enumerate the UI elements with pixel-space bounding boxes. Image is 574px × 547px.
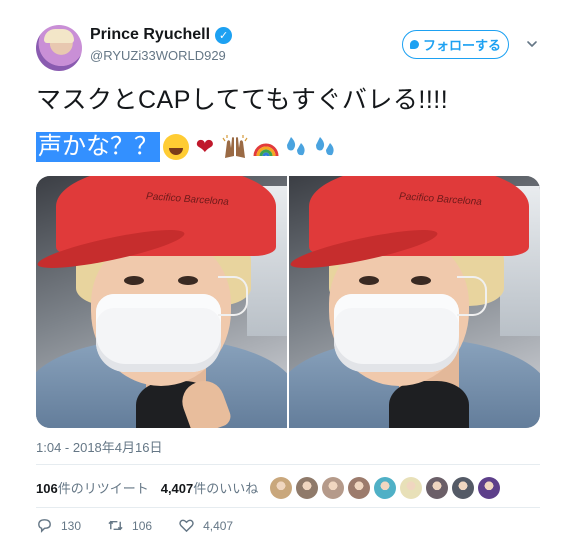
liker-avatar[interactable] xyxy=(426,477,448,499)
like-stat[interactable]: 4,407件のいいね xyxy=(161,478,259,497)
rainbow-emoji-icon xyxy=(252,134,280,160)
chevron-down-icon[interactable] xyxy=(526,37,538,49)
reply-button[interactable]: 130 xyxy=(36,517,81,534)
reply-count: 130 xyxy=(61,518,82,533)
liker-avatar[interactable] xyxy=(478,477,500,499)
reply-icon xyxy=(38,519,51,533)
divider xyxy=(36,464,540,465)
divider xyxy=(36,507,540,508)
follow-button-label: フォローする xyxy=(422,38,501,53)
liker-avatar[interactable] xyxy=(374,477,396,499)
avatar[interactable] xyxy=(36,25,82,71)
liker-avatar[interactable] xyxy=(296,477,318,499)
raised-hands-emoji-icon xyxy=(221,134,249,160)
liker-avatar[interactable] xyxy=(348,477,370,499)
sweat-droplets-emoji-icon xyxy=(283,134,309,160)
like-button[interactable]: 4,407 xyxy=(178,517,233,534)
engagement-stats: 106件のリツイート 4,407件のいいね xyxy=(36,473,270,501)
liker-avatar[interactable] xyxy=(452,477,474,499)
like-stat-count: 4,407 xyxy=(160,480,194,496)
user-handle[interactable]: @RYUZi33WORLD929 xyxy=(90,48,226,63)
tweet-text-line-1: マスクとCAPしててもすぐバレる!!!! xyxy=(36,86,449,114)
like-count: 4,407 xyxy=(203,518,234,533)
verified-badge-icon: ✓ xyxy=(215,26,233,44)
photo-2[interactable]: Pacifico Barcelona xyxy=(289,176,540,428)
sweat-droplets-emoji-icon xyxy=(312,134,338,160)
retweet-button[interactable]: 106 xyxy=(107,517,152,534)
retweet-icon xyxy=(108,520,123,531)
retweet-count: 106 xyxy=(132,518,153,533)
liker-avatar[interactable] xyxy=(270,477,292,499)
media-grid: Pacifico Barcelona Pacifico Barcelona xyxy=(36,176,540,428)
follow-button[interactable]: フォローする xyxy=(402,30,509,59)
author-row: Prince Ryuchell ✓ xyxy=(90,26,233,44)
display-name[interactable]: Prince Ryuchell xyxy=(90,26,210,44)
liker-avatar[interactable] xyxy=(322,477,344,499)
liker-avatar[interactable] xyxy=(400,477,422,499)
retweet-stat[interactable]: 106件のリツイート xyxy=(36,478,149,497)
heart-icon xyxy=(179,519,194,533)
photo-1[interactable]: Pacifico Barcelona xyxy=(36,176,287,428)
liker-avatars xyxy=(270,477,500,499)
heart-emoji-icon: ❤ xyxy=(195,134,215,159)
add-user-icon xyxy=(409,40,419,49)
tweet-timestamp[interactable]: 1:04 - 2018年4月16日 xyxy=(36,437,162,456)
tweet-actions: 130 106 4,407 xyxy=(36,517,259,534)
like-stat-label: 件のいいね xyxy=(193,480,259,496)
selected-text: 声かな？？ xyxy=(36,132,160,162)
tweet-text-line-2: 声かな？？ ❤ xyxy=(36,132,338,162)
tears-of-joy-emoji-icon xyxy=(163,134,189,160)
retweet-stat-label: 件のリツイート xyxy=(57,480,149,496)
tweet-card: Prince Ryuchell ✓ @RYUZi33WORLD929 フォローす… xyxy=(0,0,574,547)
retweet-stat-count: 106 xyxy=(36,480,58,496)
